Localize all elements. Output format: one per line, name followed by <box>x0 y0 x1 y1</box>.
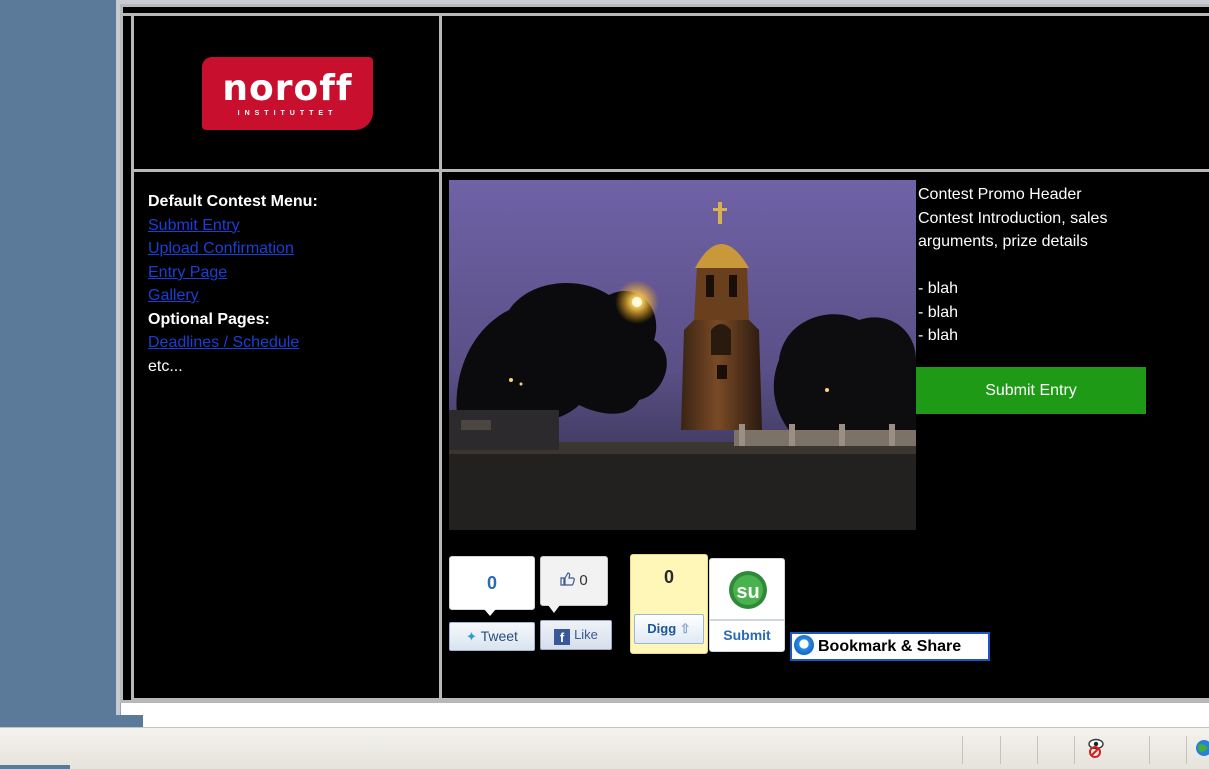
tweet-count: 0 <box>449 556 535 610</box>
facebook-like-label: Like <box>574 627 598 642</box>
promo-intro-line-1: Contest Introduction, sales <box>918 209 1108 227</box>
bookmark-share-button[interactable]: Bookmark & Share <box>790 632 990 661</box>
internet-globe-icon[interactable] <box>1194 739 1209 762</box>
logo-subtitle: INSTITUTTET <box>237 110 338 117</box>
facebook-like-count: 0 <box>540 556 608 606</box>
facebook-f-icon: f <box>554 629 571 645</box>
contest-promo: Contest Promo Header Contest Introductio… <box>918 183 1208 348</box>
logo-wordmark: noroff <box>222 68 353 109</box>
promo-bullet: - blah <box>918 280 959 297</box>
bookmark-share-icon <box>794 635 814 655</box>
digg-button[interactable]: Digg ⇧ <box>634 614 704 644</box>
digg-count: 0 <box>663 567 674 587</box>
tweet-button[interactable]: ✦ Tweet <box>449 622 535 651</box>
table-border-bottom <box>131 698 1209 701</box>
status-divider <box>1149 736 1150 764</box>
tweet-label: Tweet <box>480 628 518 644</box>
svg-text:su: su <box>736 581 759 603</box>
browser-status-bar <box>0 727 1209 769</box>
table-column-divider <box>439 13 442 703</box>
digg-arrow-icon: ⇧ <box>679 621 691 636</box>
facebook-like-button[interactable]: f Like <box>540 620 612 650</box>
promo-bullet: - blah <box>918 303 959 321</box>
status-divider <box>1037 736 1038 764</box>
noroff-logo[interactable]: noroff INSTITUTTET <box>202 57 373 130</box>
menu-etc-text: etc... <box>148 357 183 375</box>
privacy-eye-icon[interactable] <box>1086 737 1106 764</box>
submit-entry-button[interactable]: Submit Entry <box>916 367 1146 414</box>
twitter-bird-icon: ✦ <box>466 629 477 644</box>
optional-pages-heading: Optional Pages: <box>148 310 270 328</box>
menu-heading: Default Contest Menu: <box>148 193 318 210</box>
digg-label: Digg <box>647 621 677 636</box>
status-divider <box>962 736 963 764</box>
table-border-top <box>123 13 1209 16</box>
facebook-count-value: 0 <box>579 572 588 589</box>
page-bottom-margin <box>143 715 1209 727</box>
promo-header: Contest Promo Header <box>918 186 1082 203</box>
table-border-left <box>131 13 134 703</box>
facebook-count-tail <box>548 605 560 613</box>
stumbleupon-icon: su <box>729 571 767 609</box>
menu-link-gallery[interactable]: Gallery <box>148 284 428 308</box>
menu-link-entry-page[interactable]: Entry Page <box>148 261 428 285</box>
bell-tower-night-image <box>449 180 916 530</box>
thumbs-up-icon <box>560 572 579 589</box>
stumbleupon-widget[interactable]: su <box>709 558 785 620</box>
promo-spacer <box>918 254 1208 278</box>
bookmark-share-label: Bookmark & Share <box>818 638 962 655</box>
status-divider <box>1186 736 1187 764</box>
status-bar-edge <box>0 765 70 769</box>
status-divider <box>1000 736 1001 764</box>
stumbleupon-submit-button[interactable]: Submit <box>709 620 785 652</box>
tweet-count-tail <box>484 609 496 616</box>
status-divider <box>1074 736 1075 764</box>
contest-menu: Default Contest Menu: Submit Entry Uploa… <box>148 190 428 378</box>
promo-bullet: - blah <box>918 327 959 344</box>
menu-link-deadlines-schedule[interactable]: Deadlines / Schedule <box>148 331 428 355</box>
menu-link-submit-entry[interactable]: Submit Entry <box>148 214 428 238</box>
contest-photo <box>449 180 916 530</box>
menu-link-upload-confirmation[interactable]: Upload Confirmation <box>148 237 428 261</box>
promo-intro-line-2: arguments, prize details <box>918 233 1088 250</box>
table-row-divider <box>131 169 1209 172</box>
